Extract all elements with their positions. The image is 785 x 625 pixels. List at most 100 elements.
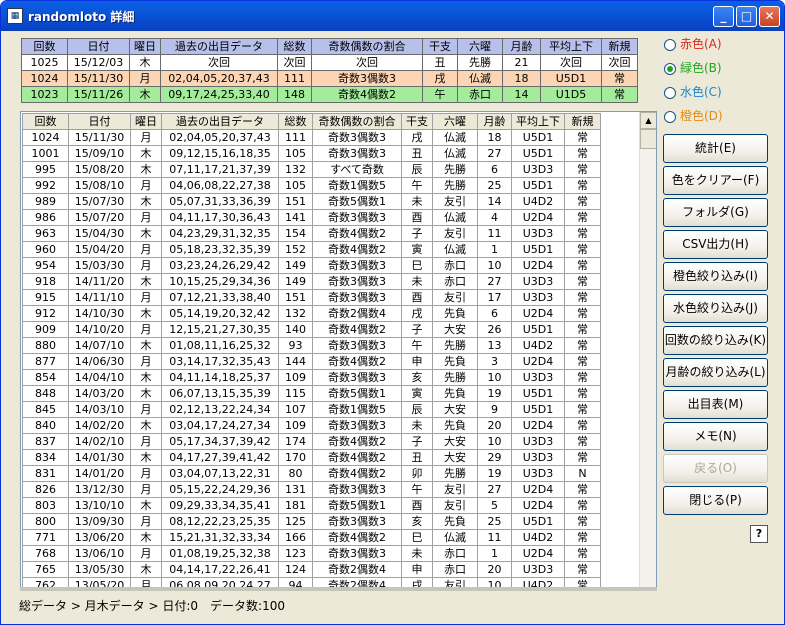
table-row[interactable]: 1023 15/11/26 木 09,17,24,25,33,40 148 奇数4偶数2 午… (21, 86, 638, 103)
table-cell: U3D3 (511, 449, 565, 466)
table-cell: 141 (278, 209, 313, 226)
radio-red[interactable]: 赤色(A) (664, 35, 722, 51)
table-row[interactable]: 854 14/04/10 木 04,11,14,18,25,37 109 奇数3偶数3 亥先… (22, 369, 601, 386)
column-header[interactable]: 回数 (21, 38, 68, 55)
table-row[interactable]: 1001 15/09/10 木 09,12,15,16,18,35 105 奇数3偶数3 丑… (22, 145, 601, 162)
stats-button[interactable]: 統計(E) (663, 134, 768, 163)
radio-orange[interactable]: 橙色(D) (664, 107, 723, 123)
window-title: randomloto 詳細 (28, 10, 135, 24)
maximize-button[interactable]: □ (736, 6, 757, 27)
clear-color-button[interactable]: 色をクリアー(F) (663, 166, 768, 195)
table-cell: 大安 (432, 449, 478, 466)
result-table-button[interactable]: 出目表(M) (663, 390, 768, 419)
table-cell: 常 (601, 86, 638, 103)
table-row[interactable]: 826 13/12/30 月 05,15,22,24,29,36 131 奇数3偶数3 午友… (22, 481, 601, 498)
column-header[interactable]: 平均上下 (511, 113, 565, 130)
table-row[interactable]: 992 15/08/10 月 04,06,08,22,27,38 105 奇数1偶数5 午先… (22, 177, 601, 194)
radio-dot-icon[interactable] (664, 38, 676, 51)
table-cell: 奇数3偶数3 (312, 273, 402, 290)
column-header[interactable]: 干支 (422, 38, 458, 55)
column-header[interactable]: 奇数偶数の割合 (311, 38, 423, 55)
table-row[interactable]: 986 15/07/20 月 04,11,17,30,36,43 141 奇数3偶数3 酉仏… (22, 209, 601, 226)
column-header[interactable]: 月齢 (502, 38, 541, 55)
back-button[interactable]: 戻る(O) (663, 454, 768, 483)
table-row[interactable]: 831 14/01/20 月 03,04,07,13,22,31 80 奇数4偶数2 卯先勝… (22, 465, 601, 482)
column-header[interactable]: 過去の出目データ (161, 113, 279, 130)
table-cell: 友引 (432, 193, 478, 210)
table-cell: 先勝 (432, 337, 478, 354)
table-row[interactable]: 995 15/08/20 木 07,11,17,21,37,39 132 すべて奇数辰先勝… (22, 161, 601, 178)
table-row[interactable]: 803 13/10/10 木 09,29,33,34,35,41 181 奇数5偶数1 酉友… (22, 497, 601, 514)
radio-dot-icon[interactable] (664, 62, 676, 75)
column-header[interactable]: 新規 (601, 38, 638, 55)
count-filter-button[interactable]: 回数の絞り込み(K) (663, 326, 768, 355)
memo-button[interactable]: メモ(N) (663, 422, 768, 451)
radio-green[interactable]: 緑色(B) (664, 59, 722, 75)
cyan-filter-button[interactable]: 水色絞り込み(J) (663, 294, 768, 323)
table-row[interactable]: 918 14/11/20 木 10,15,25,29,34,36 149 奇数3偶数3 未赤… (22, 273, 601, 290)
column-header[interactable]: 過去の出目データ (160, 38, 278, 55)
table-cell: 次回 (540, 54, 602, 71)
csv-export-button[interactable]: CSV出力(H) (663, 230, 768, 259)
data-list[interactable]: 回数 日付 曜日 過去の出目データ 総数 奇数偶数の割合 干支 六曜 月齢 平均上下 新規 1024 1… (20, 111, 657, 588)
column-header[interactable]: 総数 (278, 113, 313, 130)
table-row[interactable]: 771 13/06/20 木 15,21,31,32,33,34 166 奇数4偶数2 巳仏… (22, 529, 601, 546)
table-cell: 仏滅 (432, 129, 478, 146)
table-cell: 仏滅 (457, 70, 503, 87)
orange-filter-button[interactable]: 橙色絞り込み(I) (663, 262, 768, 291)
scroll-thumb[interactable] (640, 129, 656, 149)
table-row[interactable]: 1025 15/12/03 木次回 次回 次回丑先勝 21 次回 次回 (21, 54, 638, 71)
column-header[interactable]: 奇数偶数の割合 (312, 113, 402, 130)
table-row[interactable]: 848 14/03/20 木 06,07,13,15,35,39 115 奇数5偶数1 寅先… (22, 385, 601, 402)
title-bar[interactable]: ▦ randomloto 詳細 _ □ ✕ (1, 1, 784, 31)
table-row[interactable]: 954 15/03/30 月 03,23,24,26,29,42 149 奇数3偶数3 巳赤… (22, 257, 601, 274)
column-header[interactable]: 曜日 (130, 113, 162, 130)
column-header[interactable]: 干支 (401, 113, 433, 130)
help-button[interactable]: ? (750, 525, 768, 543)
column-header[interactable]: 新規 (564, 113, 601, 130)
table-row[interactable]: 989 15/07/30 木 05,07,31,33,36,39 151 奇数5偶数1 未友… (22, 193, 601, 210)
vertical-scrollbar[interactable]: ▲ (639, 112, 656, 587)
column-header[interactable]: 曜日 (129, 38, 161, 55)
radio-dot-icon[interactable] (664, 110, 676, 123)
table-row[interactable]: 960 15/04/20 月 05,18,23,32,35,39 152 奇数4偶数2 寅仏… (22, 241, 601, 258)
table-row[interactable]: 768 13/06/10 月 01,08,19,25,32,38 123 奇数3偶数3 未赤… (22, 545, 601, 562)
column-header[interactable]: 月齢 (477, 113, 512, 130)
column-header[interactable]: 六曜 (457, 38, 503, 55)
table-row[interactable]: 877 14/06/30 月 03,14,17,32,35,43 144 奇数4偶数2 申先… (22, 353, 601, 370)
horizontal-scrollbar[interactable] (20, 587, 657, 591)
close-dialog-button[interactable]: 閉じる(P) (663, 486, 768, 515)
table-row[interactable]: 909 14/10/20 月 12,15,21,27,30,35 140 奇数4偶数2 子大… (22, 321, 601, 338)
table-cell: 151 (278, 289, 313, 306)
table-row[interactable]: 837 14/02/10 月 05,17,34,37,39,42 174 奇数4偶数2 子大… (22, 433, 601, 450)
folder-button[interactable]: フォルダ(G) (663, 198, 768, 227)
table-cell: 奇数4偶数2 (312, 321, 402, 338)
table-cell: 木 (130, 369, 162, 386)
table-row[interactable]: 840 14/02/20 木 03,04,17,24,27,34 109 奇数3偶数3 未先… (22, 417, 601, 434)
column-header[interactable]: 日付 (67, 38, 130, 55)
column-header[interactable]: 平均上下 (540, 38, 602, 55)
minimize-button[interactable]: _ (713, 6, 734, 27)
column-header[interactable]: 総数 (277, 38, 312, 55)
table-row[interactable]: 912 14/10/30 木 05,14,19,20,32,42 132 奇数2偶数4 戌先… (22, 305, 601, 322)
table-cell: 14/03/20 (68, 385, 131, 402)
radio-dot-icon[interactable] (664, 86, 676, 99)
moon-age-filter-button[interactable]: 月齢の絞り込み(L) (663, 358, 768, 387)
column-header[interactable]: 日付 (68, 113, 131, 130)
column-header[interactable]: 回数 (22, 113, 69, 130)
table-row[interactable]: 800 13/09/30 月 08,12,22,23,25,35 125 奇数3偶数3 亥先… (22, 513, 601, 530)
table-row[interactable]: 834 14/01/30 木 04,17,27,39,41,42 170 奇数4偶数2 丑大… (22, 449, 601, 466)
table-row[interactable]: 1024 15/11/30 月 02,04,05,20,37,43 111 奇数3偶数3 戌… (22, 129, 601, 146)
table-row[interactable]: 845 14/03/10 月 02,12,13,22,24,34 107 奇数1偶数5 辰大… (22, 401, 601, 418)
radio-cyan[interactable]: 水色(C) (664, 83, 722, 99)
table-row[interactable]: 765 13/05/30 木 04,14,17,22,26,41 124 奇数2偶数4 申赤… (22, 561, 601, 578)
table-cell: 友引 (432, 289, 478, 306)
close-button[interactable]: ✕ (759, 6, 780, 27)
table-row[interactable]: 915 14/11/10 月 07,12,21,33,38,40 151 奇数3偶数3 酉友… (22, 289, 601, 306)
table-row[interactable]: 880 14/07/10 木 01,08,11,16,25,32 93 奇数3偶数3 午先勝… (22, 337, 601, 354)
column-header[interactable]: 六曜 (432, 113, 478, 130)
table-cell: 03,04,17,24,27,34 (161, 417, 279, 434)
table-row[interactable]: 1024 15/11/30 月 02,04,05,20,37,43 111 奇数3偶数3 戌… (21, 70, 638, 87)
table-row[interactable]: 963 15/04/30 木 04,23,29,31,32,35 154 奇数4偶数2 子友… (22, 225, 601, 242)
scroll-up-icon[interactable]: ▲ (640, 112, 656, 129)
